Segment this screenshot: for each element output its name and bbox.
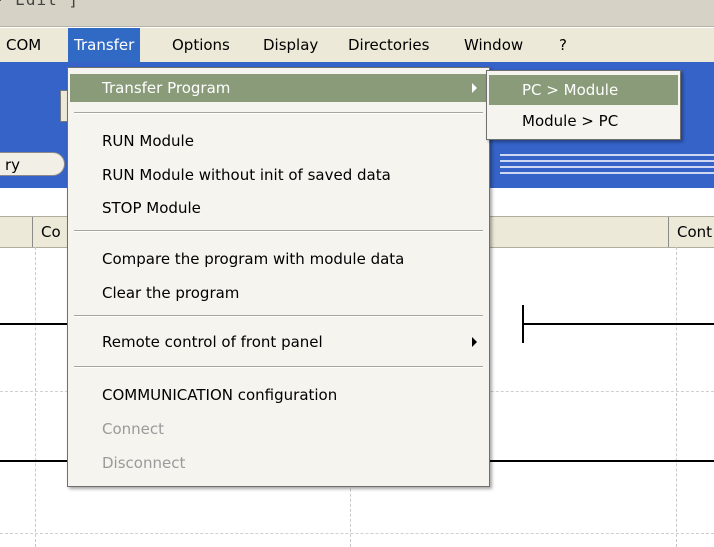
library-pill-button[interactable]: ry xyxy=(0,152,65,176)
library-pill-label: ry xyxy=(5,156,21,174)
rung-line xyxy=(0,323,68,325)
menu-item-transfer-program[interactable]: Transfer Program xyxy=(70,74,487,102)
grid-line xyxy=(0,533,714,534)
window-title: - Edit ] xyxy=(0,0,79,9)
grid-line xyxy=(35,247,36,547)
header-cell-cont: Cont xyxy=(668,217,714,247)
menu-item-compare-program[interactable]: Compare the program with module data xyxy=(70,245,487,273)
menu-options[interactable]: Options xyxy=(166,28,236,62)
menu-item-label: Transfer Program xyxy=(102,79,231,97)
menu-bar: COM Transfer Options Display Directories… xyxy=(0,28,714,62)
menu-separator xyxy=(74,112,483,114)
submenu-item-pc-to-module[interactable]: PC > Module xyxy=(489,75,678,105)
menu-help[interactable]: ? xyxy=(553,28,573,62)
menu-separator xyxy=(74,366,483,368)
menu-item-connect: Connect xyxy=(102,420,165,438)
menu-separator xyxy=(74,315,483,317)
rung-line xyxy=(490,460,714,462)
menu-item-disconnect: Disconnect xyxy=(102,454,186,472)
menu-item-communication-config[interactable]: COMMUNICATION configuration xyxy=(70,381,487,409)
transfer-menu: Transfer Program RUN Module RUN Module w… xyxy=(67,67,490,487)
contact-symbol xyxy=(522,305,524,343)
rung-line xyxy=(524,323,714,325)
menu-transfer[interactable]: Transfer xyxy=(68,28,141,62)
menu-item-run-module[interactable]: RUN Module xyxy=(70,127,487,155)
submenu-arrow-icon xyxy=(472,337,477,347)
menu-directories[interactable]: Directories xyxy=(342,28,435,62)
menu-item-label: Remote control of front panel xyxy=(102,333,323,351)
rung-line xyxy=(0,460,68,462)
submenu-item-module-to-pc[interactable]: Module > PC xyxy=(489,106,678,136)
menu-com[interactable]: COM xyxy=(0,28,47,62)
menu-display[interactable]: Display xyxy=(257,28,324,62)
menu-item-remote-control[interactable]: Remote control of front panel xyxy=(70,328,487,356)
menu-item-clear-program[interactable]: Clear the program xyxy=(70,279,487,307)
menu-item-run-module-no-init[interactable]: RUN Module without init of saved data xyxy=(70,161,487,189)
title-bar: - Edit ] xyxy=(0,0,714,27)
grid-line xyxy=(676,247,677,547)
transfer-program-submenu: PC > Module Module > PC xyxy=(486,70,681,140)
strip-rules xyxy=(500,150,714,176)
menu-separator xyxy=(74,230,483,232)
menu-item-stop-module[interactable]: STOP Module xyxy=(70,194,487,222)
menu-window[interactable]: Window xyxy=(458,28,529,62)
submenu-arrow-icon xyxy=(472,83,477,93)
